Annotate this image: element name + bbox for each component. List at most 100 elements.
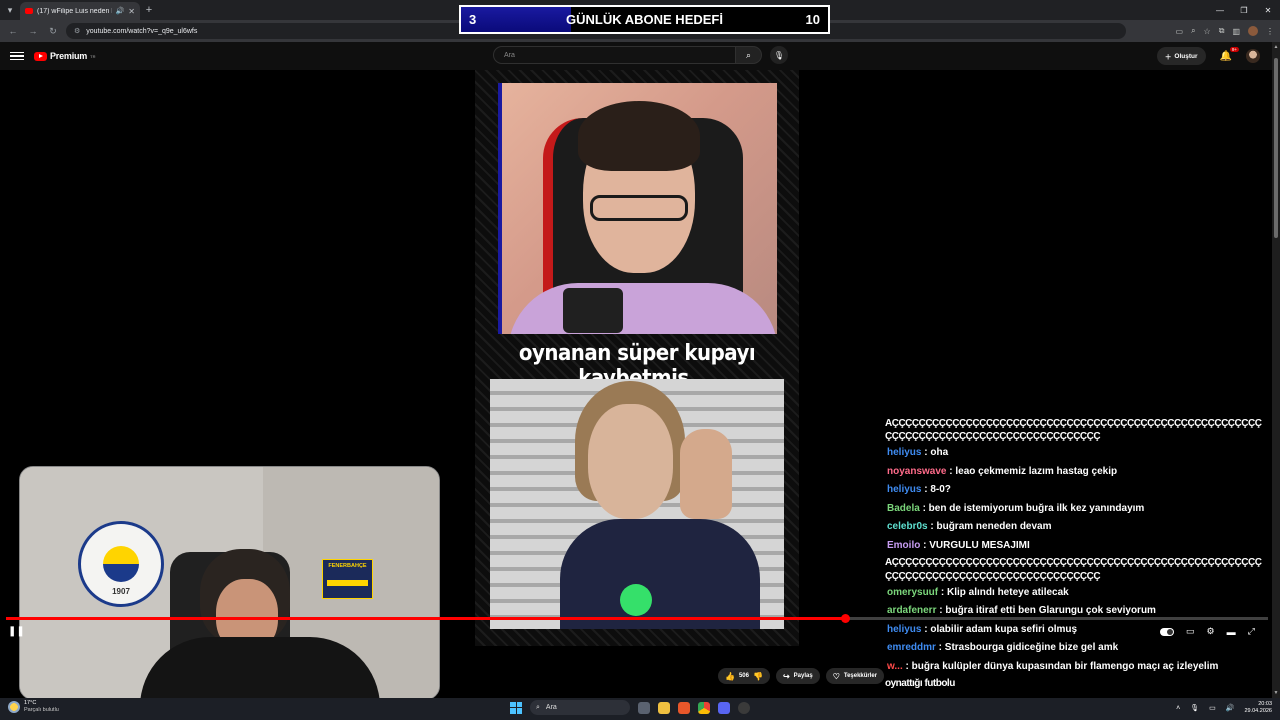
sign-text: FENERBAHÇE (328, 563, 367, 569)
volume-icon[interactable]: 🔊 (1226, 704, 1235, 712)
search-icon: ⌕ (745, 49, 752, 60)
like-count: 506 (738, 673, 749, 679)
browser-tab[interactable]: (17) wFilipe Luis neden kov 🔊 ✕ (20, 2, 140, 20)
scrollbar-thumb[interactable] (1274, 58, 1278, 238)
maximize-icon[interactable]: ❐ (1232, 0, 1256, 20)
thumbs-down-icon[interactable]: 👎 (753, 672, 763, 681)
chat-text: : VURGULU MESAJIMI (920, 539, 1030, 551)
share-label: Paylaş (793, 673, 813, 679)
reload-icon[interactable]: ↻ (46, 26, 60, 37)
sidebar-icon[interactable]: ▥ (1232, 27, 1240, 36)
new-tab-icon[interactable]: + (140, 4, 158, 16)
speaker-icon[interactable]: 🔊 (116, 7, 125, 15)
thanks-icon: ♡ (832, 671, 840, 681)
chat-text: : 8-0? (921, 484, 951, 496)
chat-username[interactable]: w... (887, 661, 903, 672)
thanks-label: Teşekkürler (843, 673, 878, 679)
share-icon: ↪ (782, 671, 790, 681)
chat-username[interactable]: Badela (887, 503, 920, 514)
chat-message: heliyus : olabilir adam kupa sefiri olmu… (885, 621, 1280, 640)
tab-list-icon[interactable]: ▾ (0, 0, 20, 20)
discord-icon[interactable] (718, 701, 730, 714)
chat-text: : buğra kulüpler dünya kupasından bir fl… (902, 660, 1219, 672)
extension-icons: ▭ ⌕ ☆ ⧉ ▥ ⋮ (1176, 26, 1274, 36)
chat-message: omerysuuf : Klip alındı heteye atilecak (885, 584, 1280, 603)
page-scrollbar[interactable]: ▲ ▼ (1272, 42, 1280, 698)
file-explorer-icon[interactable] (658, 701, 670, 714)
scroll-up-icon[interactable]: ▲ (1272, 44, 1280, 50)
bookmark-star-icon[interactable]: ☆ (1204, 27, 1211, 36)
network-icon[interactable]: ▭ (1209, 704, 1216, 712)
taskbar-search[interactable]: ⌕ Ara (530, 700, 630, 715)
scroll-down-icon[interactable]: ▼ (1272, 690, 1280, 696)
webcam-overlay: 1907 FENERBAHÇE (19, 466, 440, 700)
brave-browser-icon[interactable] (678, 701, 690, 714)
chrome-icon[interactable] (698, 701, 710, 714)
profile-avatar-icon[interactable] (1248, 26, 1258, 36)
task-view-icon[interactable] (638, 701, 650, 714)
chat-username[interactable]: heliyus (887, 484, 921, 495)
chat-username[interactable]: noyanswave (887, 466, 946, 477)
logo-text: Premium (50, 51, 88, 61)
search-button[interactable]: ⌕ (736, 46, 762, 64)
chat-message: noyanswave : leao çekmemiz lazım hastag … (885, 463, 1280, 482)
minimize-icon[interactable]: — (1208, 0, 1232, 20)
create-label: Oluştur (1174, 52, 1198, 60)
screen: ▾ (17) wFilipe Luis neden kov 🔊 ✕ + — ❐ … (0, 0, 1280, 720)
chat-text: : oha (921, 447, 949, 458)
chat-message: Emoilo : VURGULU MESAJIMI (885, 537, 1280, 556)
search-bar: Ara ⌕ 🎙 (493, 46, 788, 64)
club-sign: FENERBAHÇE (322, 559, 373, 599)
chat-username[interactable]: ardafenerr (887, 605, 936, 616)
windows-start-icon[interactable] (510, 701, 522, 714)
chat-spam-line: ÇÇÇÇÇÇÇÇÇÇÇÇÇÇÇÇÇÇÇÇÇÇÇÇÇÇÇÇÇÇÇÇ (885, 570, 1101, 582)
like-button[interactable]: 👍 506 👎 (718, 668, 770, 684)
forward-icon[interactable]: → (26, 26, 40, 36)
share-button[interactable]: ↪ Paylaş (775, 668, 820, 684)
menu-dots-icon[interactable]: ⋮ (1266, 27, 1274, 36)
chat-spam-line: oynattığı futbolu (885, 677, 955, 689)
create-button[interactable]: ＋ Oluştur (1156, 47, 1206, 65)
microphone-tray-icon[interactable]: 🎙 (1190, 704, 1199, 712)
zoom-icon[interactable]: ⌕ (1191, 26, 1195, 36)
progress-scrubber[interactable] (841, 614, 851, 623)
player-thumbs-up-image (490, 379, 784, 629)
weather-widget[interactable]: 17°C Parçalı bulutlu (8, 700, 59, 714)
back-icon[interactable]: ← (6, 26, 20, 36)
site-info-icon[interactable]: ⚙ (74, 27, 80, 35)
pause-icon[interactable]: ❚❚ (8, 626, 25, 637)
window-controls: — ❐ ✕ (1208, 0, 1280, 20)
voice-search-button[interactable]: 🎙 (770, 46, 788, 64)
chat-username[interactable]: emreddmr (887, 642, 936, 653)
youtube-logo[interactable]: Premium TR (34, 51, 95, 61)
chat-message: heliyus : 8-0? (885, 481, 1280, 500)
youtube-header: Premium TR Ara ⌕ 🎙 ＋ Oluştur 🔔 9+ (0, 42, 1272, 70)
thumbs-up-icon: 👍 (725, 671, 735, 681)
hamburger-menu-icon[interactable] (10, 51, 24, 61)
crest-year: 1907 (112, 587, 130, 596)
close-window-icon[interactable]: ✕ (1256, 0, 1280, 20)
search-input[interactable]: Ara (493, 46, 736, 64)
chat-username[interactable]: heliyus (887, 447, 921, 458)
url-text: youtube.com/watch?v=_q9e_ul6wfs (86, 27, 198, 35)
thanks-button[interactable]: ♡ Teşekkürler (825, 668, 885, 684)
clock-time: 20:03 (1258, 701, 1272, 707)
chat-username[interactable]: Emoilo (887, 540, 920, 551)
goal-title: GÜNLÜK ABONE HEDEFİ (566, 12, 723, 27)
subscriber-goal-overlay: 3 GÜNLÜK ABONE HEDEFİ 10 (459, 5, 830, 34)
extensions-icon[interactable]: ⧉ (1219, 26, 1225, 36)
obs-icon[interactable] (738, 701, 750, 714)
chat-username[interactable]: heliyus (887, 624, 921, 635)
chat-username[interactable]: omerysuuf (887, 587, 938, 598)
user-avatar[interactable] (1246, 49, 1260, 63)
clock[interactable]: 20:03 29.04.2026 (1244, 701, 1272, 715)
system-tray: ˄ 🎙 ▭ 🔊 20:03 29.04.2026 (1176, 701, 1272, 715)
taskbar-apps: ⌕ Ara (510, 700, 750, 715)
chat-spam-line: AÇÇÇÇÇÇÇÇÇÇÇÇÇÇÇÇÇÇÇÇÇÇÇÇÇÇÇÇÇÇÇÇÇÇÇÇÇÇÇ… (885, 556, 1262, 568)
tray-chevron-icon[interactable]: ˄ (1176, 705, 1180, 712)
cast-icon[interactable]: ▭ (1176, 27, 1184, 36)
chat-text: : ben de istemiyorum buğra ilk kez yanın… (919, 502, 1145, 514)
notifications-button[interactable]: 🔔 9+ (1220, 46, 1239, 62)
chat-username[interactable]: celebr0s (887, 521, 928, 532)
close-tab-icon[interactable]: ✕ (128, 7, 135, 16)
